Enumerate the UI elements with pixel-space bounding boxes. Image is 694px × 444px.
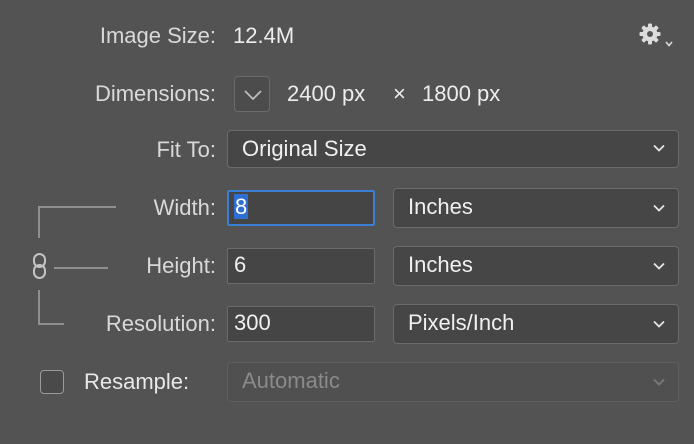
height-unit-select[interactable]: Inches [393, 246, 679, 286]
resolution-label: Resolution: [105, 311, 216, 336]
constrain-bracket-bottom-vertical [38, 290, 40, 325]
resolution-input[interactable]: 300 [227, 306, 375, 342]
gear-icon [638, 22, 662, 51]
height-input[interactable]: 6 [227, 248, 375, 284]
chevron-down-icon [652, 319, 666, 331]
height-unit-selected-value: Inches [408, 252, 473, 277]
chevron-down-icon [652, 203, 666, 215]
fit-to-label: Fit To: [156, 137, 216, 162]
image-size-value: 12.4M [233, 23, 295, 48]
resample-label: Resample: [84, 369, 190, 394]
resample-checkbox[interactable] [40, 370, 64, 394]
settings-menu-button[interactable] [638, 20, 678, 50]
constrain-bracket-top-vertical [38, 206, 40, 238]
constrain-proportions-link-button[interactable] [30, 251, 50, 281]
width-unit-selected-value: Inches [408, 194, 473, 219]
constrain-bracket-top-horizontal [38, 206, 116, 208]
chevron-down-icon [652, 143, 666, 155]
chevron-down-icon [652, 261, 666, 273]
chain-link-icon [30, 251, 50, 286]
resolution-unit-select[interactable]: Pixels/Inch [393, 304, 679, 344]
constrain-bracket-mid-horizontal [54, 267, 108, 269]
resolution-unit-selected-value: Pixels/Inch [408, 310, 515, 335]
dimensions-height-value: 1800 px [422, 81, 501, 106]
width-input[interactable]: 8 [227, 190, 375, 226]
constrain-bracket-bottom-horizontal [38, 323, 64, 325]
height-input-value: 6 [234, 252, 247, 277]
image-size-label: Image Size: [99, 23, 216, 48]
resolution-input-value: 300 [234, 310, 271, 335]
dimensions-width-value: 2400 px [287, 81, 366, 106]
dimensions-unit-toggle[interactable] [234, 76, 270, 112]
fit-to-select[interactable]: Original Size [227, 130, 679, 168]
width-label: Width: [153, 195, 216, 220]
dimensions-separator: × [393, 81, 406, 106]
fit-to-selected-value: Original Size [242, 136, 367, 161]
chevron-down-icon [243, 88, 263, 106]
chevron-down-icon [652, 377, 666, 389]
width-unit-select[interactable]: Inches [393, 188, 679, 228]
dropdown-arrow-icon [665, 34, 673, 52]
width-input-value: 8 [234, 194, 249, 219]
dimensions-label: Dimensions: [94, 81, 216, 106]
resample-method-select: Automatic [227, 362, 679, 402]
height-label: Height: [146, 253, 216, 278]
resample-method-selected-value: Automatic [242, 368, 340, 393]
